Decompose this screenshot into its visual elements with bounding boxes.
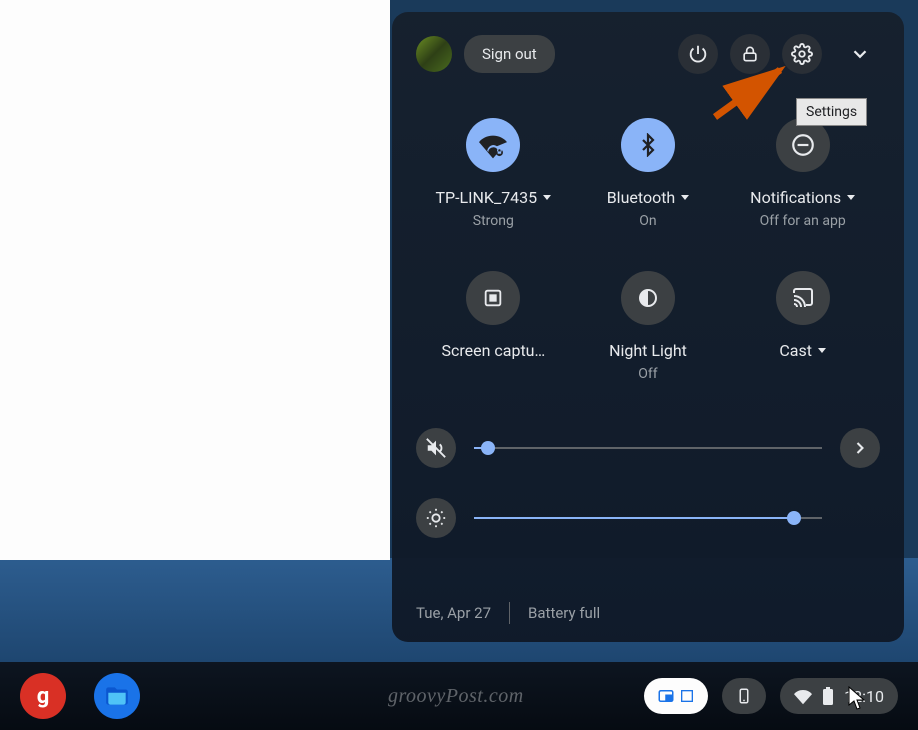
wifi-toggle[interactable] — [466, 118, 520, 172]
battery-text: Battery full — [528, 604, 600, 622]
sliders — [416, 428, 880, 544]
settings-button[interactable] — [782, 34, 822, 74]
tile-wifi[interactable]: TP-LINK_7435 Strong — [418, 118, 568, 229]
app-icon: g — [37, 684, 50, 709]
volume-slider[interactable] — [474, 447, 822, 449]
slider-thumb[interactable] — [481, 441, 495, 455]
tile-notifications[interactable]: Notifications Off for an app — [728, 118, 878, 229]
tile-sublabel: On — [639, 213, 656, 229]
slider-thumb[interactable] — [787, 511, 801, 525]
chevron-down-icon — [847, 195, 855, 200]
date-text: Tue, Apr 27 — [416, 604, 491, 622]
shelf-chip-1[interactable] — [644, 678, 708, 714]
night-light-toggle[interactable] — [621, 271, 675, 325]
power-icon — [687, 43, 709, 65]
window-behind — [0, 0, 390, 560]
quick-settings-tiles: TP-LINK_7435 Strong Bluetooth On Notific… — [416, 118, 880, 382]
battery-icon — [822, 687, 834, 705]
screen-capture-toggle[interactable] — [466, 271, 520, 325]
volume-mute-button[interactable] — [416, 428, 456, 468]
tile-bluetooth[interactable]: Bluetooth On — [573, 118, 723, 229]
chevron-down-icon — [818, 348, 826, 353]
brightness-icon — [425, 507, 447, 529]
brightness-button[interactable] — [416, 498, 456, 538]
tile-label: Night Light — [609, 341, 687, 360]
tile-label: Cast — [779, 341, 826, 360]
volume-mute-icon — [425, 437, 447, 459]
sign-out-button[interactable]: Sign out — [464, 35, 555, 73]
bluetooth-toggle[interactable] — [621, 118, 675, 172]
tile-label: TP-LINK_7435 — [435, 188, 551, 207]
audio-settings-button[interactable] — [840, 428, 880, 468]
square-icon — [679, 688, 695, 704]
wifi-icon — [794, 687, 812, 705]
shelf-app-groovypost[interactable]: g — [20, 673, 66, 719]
chevron-down-icon — [681, 195, 689, 200]
wifi-icon — [479, 131, 507, 159]
settings-tooltip: Settings — [796, 98, 867, 126]
tile-sublabel: Off — [638, 366, 657, 382]
tile-cast[interactable]: Cast — [728, 271, 878, 382]
tile-sublabel: Strong — [473, 213, 514, 229]
night-light-icon — [636, 286, 660, 310]
avatar[interactable] — [416, 36, 452, 72]
brightness-slider[interactable] — [474, 517, 822, 519]
volume-row — [416, 428, 880, 468]
gear-icon — [791, 43, 813, 65]
lock-button[interactable] — [730, 34, 770, 74]
shelf-app-files[interactable] — [94, 673, 140, 719]
tile-night-light[interactable]: Night Light Off — [573, 271, 723, 382]
tile-screen-capture[interactable]: Screen captu… — [418, 271, 568, 382]
tile-label: Screen captu… — [441, 341, 545, 360]
panel-header: Sign out — [416, 34, 880, 74]
divider — [509, 602, 510, 624]
panel-footer: Tue, Apr 27 Battery full — [416, 602, 880, 624]
chevron-right-icon — [850, 438, 870, 458]
clock: 12:10 — [844, 687, 884, 706]
notifications-toggle[interactable] — [776, 118, 830, 172]
chevron-down-icon — [543, 195, 551, 200]
watermark: groovyPost.com — [388, 685, 524, 708]
files-icon — [104, 683, 130, 709]
do-not-disturb-icon — [790, 132, 816, 158]
tile-label: Notifications — [750, 188, 855, 207]
pip-icon — [657, 687, 675, 705]
chevron-down-icon — [849, 43, 871, 65]
tile-sublabel: Off for an app — [760, 213, 846, 229]
phone-icon — [735, 687, 753, 705]
cast-toggle[interactable] — [776, 271, 830, 325]
bluetooth-icon — [636, 133, 660, 157]
tile-label: Bluetooth — [607, 188, 690, 207]
brightness-row — [416, 498, 880, 538]
lock-icon — [740, 44, 760, 64]
status-tray[interactable]: 12:10 — [780, 678, 898, 714]
screen-capture-icon — [482, 287, 504, 309]
cast-icon — [791, 286, 815, 310]
collapse-button[interactable] — [840, 34, 880, 74]
shelf-phone-hub[interactable] — [722, 678, 766, 714]
power-button[interactable] — [678, 34, 718, 74]
shelf: g groovyPost.com 12:10 — [0, 662, 918, 730]
